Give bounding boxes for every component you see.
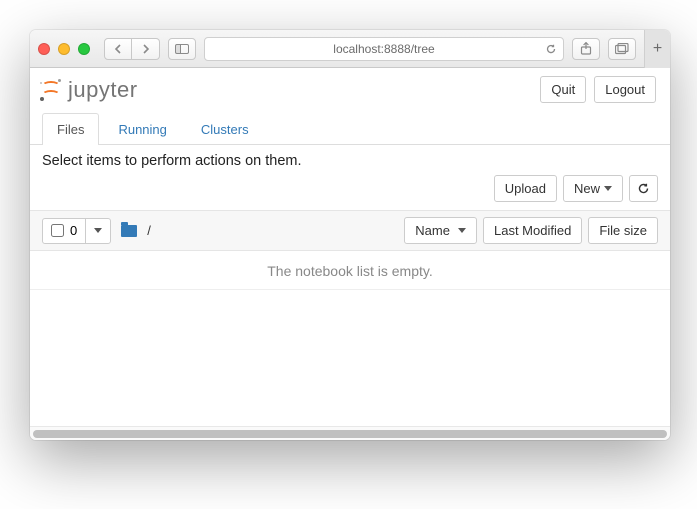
reload-icon[interactable]: [545, 43, 557, 55]
sort-last-modified-button[interactable]: Last Modified: [483, 217, 582, 244]
column-headers: Name Last Modified File size: [404, 217, 658, 244]
window-minimize-button[interactable]: [58, 43, 70, 55]
select-all-group: 0: [42, 218, 111, 244]
empty-list-message: The notebook list is empty.: [30, 251, 670, 290]
sort-arrow-down-icon: [458, 228, 466, 233]
action-hint-text: Select items to perform actions on them.: [30, 145, 670, 175]
window-controls: [38, 43, 90, 55]
scrollbar-thumb[interactable]: [33, 430, 667, 438]
nav-back-forward: [104, 38, 160, 60]
toolbar-actions: Upload New: [30, 175, 670, 210]
tab-files[interactable]: Files: [42, 113, 99, 145]
refresh-list-button[interactable]: [629, 175, 658, 202]
window-close-button[interactable]: [38, 43, 50, 55]
jupyter-logo-text: jupyter: [68, 77, 138, 103]
new-dropdown-label: New: [574, 181, 600, 196]
sidebar-toggle-button[interactable]: [168, 38, 196, 60]
sort-file-size-button[interactable]: File size: [588, 217, 658, 244]
jupyter-logo[interactable]: jupyter: [40, 77, 138, 103]
quit-button[interactable]: Quit: [540, 76, 586, 103]
caret-down-icon: [94, 228, 102, 233]
nav-back-button[interactable]: [104, 38, 132, 60]
col-name-label: Name: [415, 223, 450, 238]
caret-down-icon: [604, 186, 612, 191]
horizontal-scrollbar[interactable]: [30, 426, 670, 440]
header-buttons: Quit Logout: [540, 76, 656, 103]
jupyter-header: jupyter Quit Logout: [30, 68, 670, 107]
share-button[interactable]: [572, 38, 600, 60]
main-tabs: Files Running Clusters: [30, 107, 670, 145]
jupyter-logo-icon: [40, 79, 62, 101]
folder-icon[interactable]: [121, 225, 137, 237]
select-all-checkbox[interactable]: [51, 224, 64, 237]
sort-name-button[interactable]: Name: [404, 217, 477, 244]
logout-button[interactable]: Logout: [594, 76, 656, 103]
nav-forward-button[interactable]: [132, 38, 160, 60]
list-header-row: 0 / Name Last Modified File size: [30, 210, 670, 251]
new-tab-button[interactable]: +: [644, 30, 670, 68]
address-bar[interactable]: localhost:8888/tree: [204, 37, 564, 61]
selected-count: 0: [70, 223, 77, 238]
upload-button[interactable]: Upload: [494, 175, 557, 202]
tab-running[interactable]: Running: [103, 113, 181, 145]
browser-window: localhost:8888/tree + jupyter Quit Logou…: [30, 30, 670, 440]
refresh-icon: [637, 182, 650, 195]
select-all-checkbox-wrap[interactable]: 0: [43, 219, 85, 243]
tab-clusters[interactable]: Clusters: [186, 113, 264, 145]
files-panel: Select items to perform actions on them.…: [30, 145, 670, 440]
breadcrumb-root[interactable]: /: [147, 223, 151, 238]
window-zoom-button[interactable]: [78, 43, 90, 55]
browser-titlebar: localhost:8888/tree +: [30, 30, 670, 68]
select-menu-toggle[interactable]: [85, 219, 110, 243]
address-text: localhost:8888/tree: [333, 42, 434, 56]
tabs-overview-button[interactable]: [608, 38, 636, 60]
new-dropdown[interactable]: New: [563, 175, 623, 202]
